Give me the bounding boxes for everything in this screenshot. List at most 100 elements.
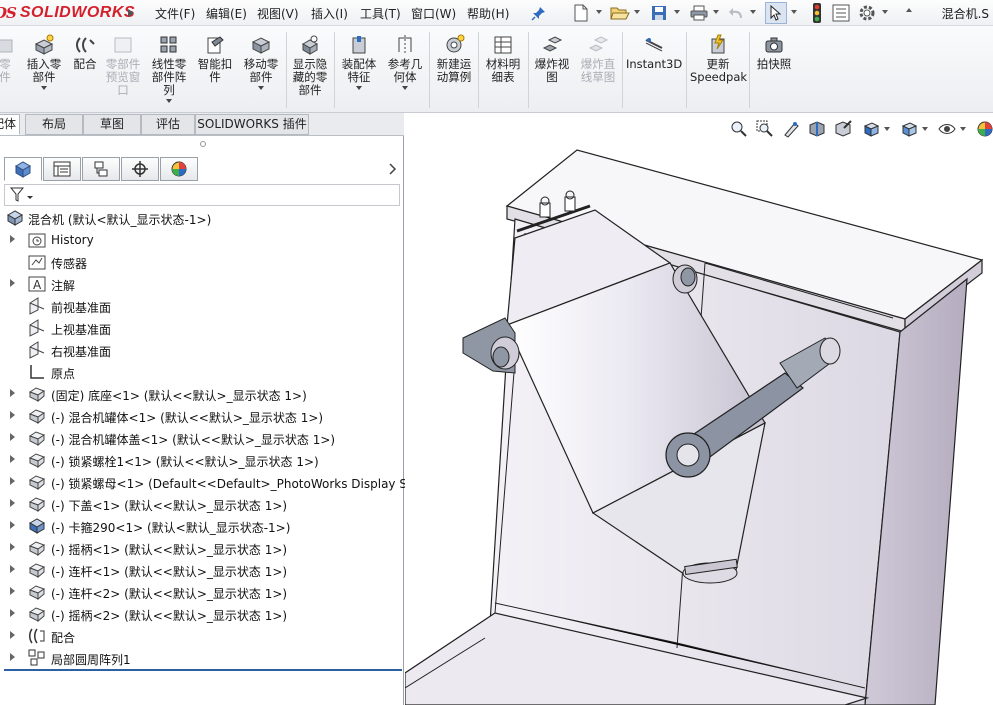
menu-expand-arrow[interactable]	[125, 3, 137, 23]
tree-rollback-bar[interactable]	[4, 669, 402, 671]
cmd-insert-part[interactable]: 零 件	[0, 34, 18, 84]
tree-item[interactable]: 配合	[0, 626, 404, 646]
expand-arrow-icon[interactable]	[10, 455, 15, 463]
tree-item[interactable]: History	[0, 230, 404, 250]
tree-item[interactable]: 局部圆周阵列1	[0, 648, 404, 668]
cmd-insert-component[interactable]: 插入零 部件	[22, 34, 66, 90]
tab-assembly[interactable]: 装配体	[0, 114, 20, 135]
tree-item[interactable]: 原点	[0, 362, 404, 382]
rebuild-icon[interactable]	[806, 2, 828, 24]
tree-item[interactable]: (-) 混合机罐体盖<1> (默认<<默认>_显示状态 1>)	[0, 428, 404, 448]
file-properties-icon[interactable]	[830, 2, 852, 24]
panel-splitter-handle[interactable]	[200, 141, 206, 147]
tree-item[interactable]: (-) 锁紧螺母<1> (Default<<Default>_PhotoWork…	[0, 472, 419, 492]
configurationmanager-tab[interactable]	[82, 157, 120, 181]
save-icon[interactable]	[648, 2, 670, 24]
expand-arrow-icon[interactable]	[10, 565, 15, 573]
menu-file[interactable]: 文件(F)	[155, 5, 195, 22]
menu-view[interactable]: 视图(V)	[257, 5, 299, 22]
cmd-update-speedpak[interactable]: 更新 Speedpak	[690, 34, 747, 84]
print-icon[interactable]	[688, 2, 710, 24]
move-component-dropdown[interactable]	[258, 86, 264, 90]
menu-edit[interactable]: 编辑(E)	[206, 5, 247, 22]
tab-evaluate[interactable]: 评估	[141, 114, 195, 135]
tree-item[interactable]: (-) 下盖<1> (默认<<默认>_显示状态 1>)	[0, 494, 404, 514]
cmd-bill-of-materials[interactable]: 材料明 细表	[482, 34, 524, 84]
expand-arrow-icon[interactable]	[10, 433, 15, 441]
new-icon[interactable]	[570, 2, 592, 24]
undo-icon[interactable]	[726, 2, 748, 24]
expand-arrow-icon[interactable]	[10, 521, 15, 529]
save-dropdown-arrow[interactable]	[674, 10, 680, 14]
cmd-exploded-view[interactable]: 爆炸视 图	[532, 34, 572, 84]
menu-insert[interactable]: 插入(I)	[311, 5, 348, 22]
cmd-instant3d[interactable]: Instant3D	[626, 34, 682, 71]
tree-item[interactable]: (-) 卡箍290<1> (默认<默认_显示状态-1>)	[0, 516, 404, 536]
cmd-mate[interactable]: 配合	[70, 34, 100, 71]
expand-arrow-icon[interactable]	[10, 587, 15, 595]
options-icon[interactable]	[856, 2, 878, 24]
menu-tools[interactable]: 工具(T)	[360, 5, 401, 22]
tree-item[interactable]: (-) 混合机罐体<1> (默认<<默认>_显示状态 1>)	[0, 406, 404, 426]
featuremanager-tab[interactable]	[4, 157, 42, 181]
expand-arrow-icon[interactable]	[10, 543, 15, 551]
tree-item[interactable]: 上视基准面	[0, 318, 404, 338]
tree-root-assembly[interactable]: 混合机 (默认<默认_显示状态-1>)	[0, 208, 404, 228]
tree-item[interactable]: (-) 连杆<2> (默认<<默认>_显示状态 1>)	[0, 582, 404, 602]
display-manager-tab[interactable]	[160, 157, 198, 181]
tree-item[interactable]: A 注解	[0, 274, 404, 294]
customize-arrow[interactable]	[906, 8, 912, 12]
pin-icon[interactable]	[528, 2, 550, 24]
linear-pattern-dropdown[interactable]	[166, 99, 172, 103]
expand-arrow-icon[interactable]	[10, 411, 15, 419]
dimxpert-tab[interactable]	[121, 157, 159, 181]
expand-arrow-icon[interactable]	[10, 631, 15, 639]
mixer-3d-model[interactable]	[405, 113, 993, 705]
cmd-new-motion-study[interactable]: 新建运 动算例	[433, 34, 475, 84]
tree-item[interactable]: 右视基准面	[0, 340, 404, 360]
cmd-reference-geometry[interactable]: 参考几 何体	[385, 34, 425, 90]
cmd-show-hidden-components[interactable]: 显示隐 藏的零 部件	[290, 34, 330, 97]
cmd-smart-fasteners[interactable]: 智能扣 件	[195, 34, 235, 84]
expand-arrow-icon[interactable]	[10, 609, 15, 617]
print-dropdown-arrow[interactable]	[713, 10, 719, 14]
tree-item[interactable]: (-) 连杆<1> (默认<<默认>_显示状态 1>)	[0, 560, 404, 580]
options-dropdown-arrow[interactable]	[882, 10, 888, 14]
open-dropdown-arrow[interactable]	[634, 10, 640, 14]
propertymanager-tab[interactable]	[43, 157, 81, 181]
undo-dropdown-arrow[interactable]	[750, 10, 756, 14]
tree-item[interactable]: (-) 锁紧螺栓1<1> (默认<<默认>_显示状态 1>)	[0, 450, 404, 470]
cmd-linear-pattern[interactable]: 线性零 部件阵 列	[150, 34, 188, 103]
expand-arrow-icon[interactable]	[10, 499, 15, 507]
select-dropdown-arrow[interactable]	[791, 10, 797, 14]
tab-solidworks-addins[interactable]: SOLIDWORKS 插件	[195, 114, 309, 135]
open-icon[interactable]	[609, 2, 631, 24]
expand-arrow-icon[interactable]	[10, 279, 15, 287]
filter-icon[interactable]	[9, 186, 35, 204]
cmd-take-snapshot[interactable]: 拍快照	[754, 34, 794, 71]
select-icon[interactable]	[765, 2, 787, 24]
expand-arrow-icon[interactable]	[10, 235, 15, 243]
new-dropdown-arrow[interactable]	[596, 10, 602, 14]
expand-arrow-icon[interactable]	[10, 389, 15, 397]
tab-layout[interactable]: 布局	[25, 114, 83, 135]
cmd-explode-line-sketch[interactable]: 爆炸直 线草图	[577, 34, 619, 84]
tree-item[interactable]: (固定) 底座<1> (默认<<默认>_显示状态 1>)	[0, 384, 404, 404]
graphics-area[interactable]	[405, 113, 993, 705]
tree-item[interactable]: (-) 摇柄<1> (默认<<默认>_显示状态 1>)	[0, 538, 404, 558]
assembly-features-dropdown[interactable]	[356, 86, 362, 90]
menu-window[interactable]: 窗口(W)	[411, 5, 456, 22]
cmd-move-component[interactable]: 移动零 部件	[241, 34, 281, 90]
solidworks-logo[interactable]: DS SOLIDWORKS	[0, 2, 135, 24]
tree-item[interactable]: (-) 摇柄<2> (默认<<默认>_显示状态 1>)	[0, 604, 404, 624]
tree-item[interactable]: 传感器	[0, 252, 404, 272]
reference-geometry-dropdown[interactable]	[402, 86, 408, 90]
insert-component-dropdown[interactable]	[41, 86, 47, 90]
cmd-component-preview[interactable]: 零部件 预览窗 口	[104, 34, 142, 97]
menu-help[interactable]: 帮助(H)	[467, 5, 509, 22]
cmd-assembly-features[interactable]: 装配体 特征	[339, 34, 379, 90]
tab-sketch[interactable]: 草图	[83, 114, 141, 135]
expand-arrow-icon[interactable]	[10, 653, 15, 661]
expand-arrow-icon[interactable]	[10, 477, 15, 485]
tree-item[interactable]: 前视基准面	[0, 296, 404, 316]
